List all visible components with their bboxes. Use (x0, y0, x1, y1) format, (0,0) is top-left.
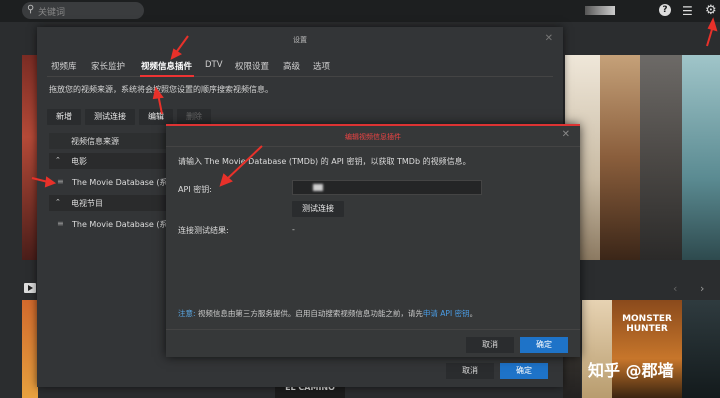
watermark: 知乎 @郡墙 (588, 361, 674, 380)
arrow-to-gear-head (707, 17, 718, 32)
arrow-to-item-head (44, 176, 57, 188)
screen: MONSTER HUNTER EL CAMINO ‹ › ⚲ 关键词 ? ☰ ⚙… (0, 0, 720, 398)
arrow-to-tab-head (170, 48, 182, 60)
arrow-to-edit-head (152, 86, 164, 100)
annotation-arrows (31, 17, 718, 188)
arrow-to-apikey (225, 145, 263, 181)
